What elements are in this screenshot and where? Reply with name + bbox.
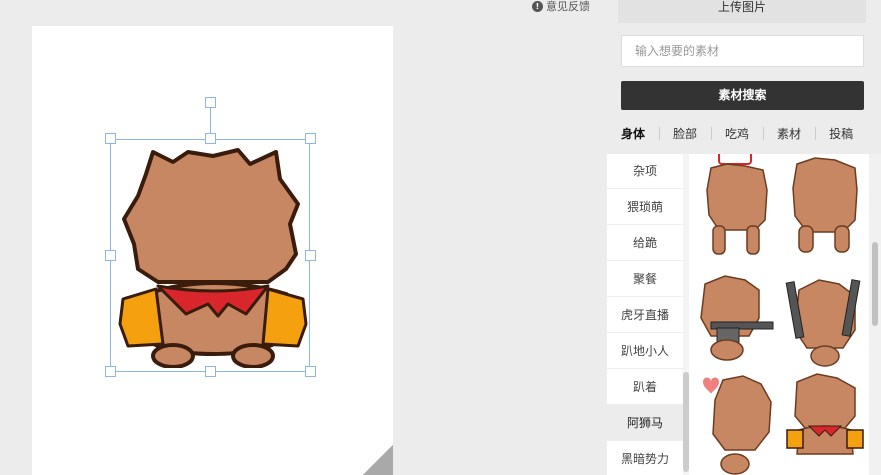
resize-handle-w[interactable] (105, 250, 116, 261)
category-item[interactable]: 黑暗势力 (607, 441, 683, 475)
tab-pubg[interactable]: 吃鸡 (711, 125, 763, 142)
category-item[interactable]: 趴地小人 (607, 333, 683, 369)
info-icon: ! (532, 0, 543, 12)
sticker-grid-scrollbar[interactable] (869, 154, 881, 475)
tab-material[interactable]: 素材 (763, 125, 815, 142)
sticker-thumbnail[interactable] (785, 372, 865, 475)
category-item[interactable]: 趴着 (607, 369, 683, 405)
sticker-thumbnail[interactable] (697, 154, 777, 260)
resize-handle-nw[interactable] (105, 133, 116, 144)
tab-submit[interactable]: 投稿 (815, 125, 867, 142)
search-button[interactable]: 素材搜索 (621, 81, 864, 110)
resize-handle-ne[interactable] (305, 133, 316, 144)
editor-canvas[interactable] (32, 26, 393, 475)
sticker-grid-scroll-thumb[interactable] (872, 242, 878, 326)
resize-handle-n[interactable] (205, 133, 216, 144)
sticker-thumbnail[interactable] (785, 154, 865, 260)
category-item[interactable]: 杂项 (607, 154, 683, 189)
category-item[interactable]: 猥琐萌 (607, 189, 683, 225)
feedback-link[interactable]: ! 意见反馈 (532, 0, 590, 13)
page-fold-corner (363, 445, 393, 475)
category-item[interactable]: 给跪 (607, 225, 683, 261)
category-item-active[interactable]: 阿狮马 (607, 405, 683, 441)
upload-image-button[interactable]: 上传图片 (618, 0, 866, 23)
category-tabs: 身体 脸部 吃鸡 素材 投稿 (607, 122, 881, 144)
category-item[interactable]: 聚餐 (607, 261, 683, 297)
search-input[interactable] (621, 35, 864, 67)
category-item[interactable]: 虎牙直播 (607, 297, 683, 333)
sticker-grid (689, 154, 869, 475)
tab-body[interactable]: 身体 (607, 125, 659, 142)
resize-handle-sw[interactable] (105, 366, 116, 377)
bear-sticker-image[interactable] (118, 144, 308, 368)
category-list: 杂项 猥琐萌 给跪 聚餐 虎牙直播 趴地小人 趴着 阿狮马 黑暗势力 (607, 154, 683, 475)
rotate-handle[interactable] (205, 97, 216, 108)
feedback-label: 意见反馈 (546, 0, 590, 13)
tab-face[interactable]: 脸部 (659, 125, 711, 142)
sticker-thumbnail[interactable] (785, 270, 865, 380)
sticker-thumbnail[interactable] (697, 372, 777, 475)
sticker-thumbnail[interactable] (697, 270, 777, 380)
